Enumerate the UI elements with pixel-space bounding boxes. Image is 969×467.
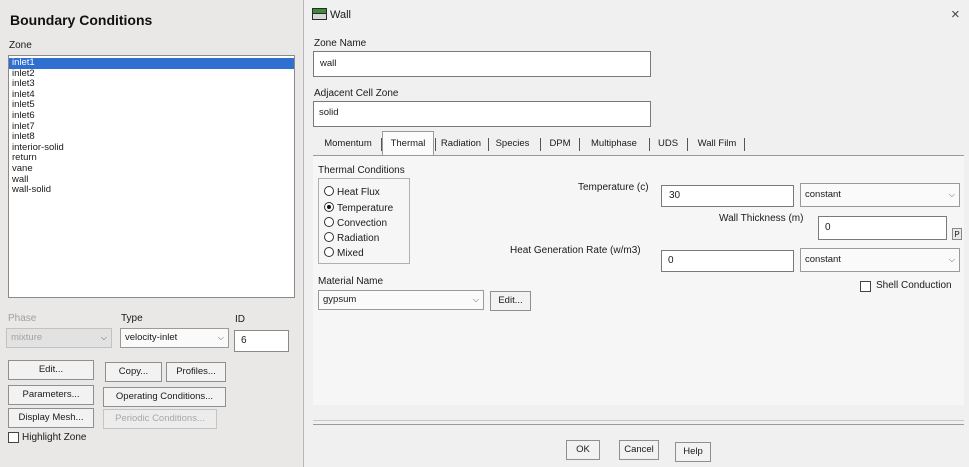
radio-radiation[interactable]: Radiation	[324, 232, 379, 244]
id-label: ID	[235, 314, 245, 325]
adjacent-cell-zone-label: Adjacent Cell Zone	[314, 88, 399, 99]
parameters-button[interactable]: Parameters...	[8, 385, 94, 405]
chevron-down-icon[interactable]: ⌵	[949, 249, 955, 271]
periodic-conditions-button: Periodic Conditions...	[103, 409, 217, 429]
radio-label: Temperature	[337, 203, 394, 214]
tab-separator	[687, 138, 688, 151]
tab-separator	[579, 138, 580, 151]
zone-list[interactable]: inlet1 inlet2 inlet3 inlet4 inlet5 inlet…	[8, 55, 295, 298]
wall-thickness-field[interactable]: 0	[818, 216, 947, 240]
cancel-button[interactable]: Cancel	[619, 440, 659, 460]
tab-multiphase[interactable]: Multiphase	[583, 133, 645, 155]
help-button[interactable]: Help	[675, 442, 711, 462]
tab-momentum[interactable]: Momentum	[317, 133, 379, 155]
zone-item-return[interactable]: return	[9, 153, 294, 164]
radio-icon[interactable]	[324, 247, 334, 257]
parameter-button[interactable]: P	[952, 228, 962, 240]
radio-icon[interactable]	[324, 232, 334, 242]
zone-item-inlet7[interactable]: inlet7	[9, 121, 294, 133]
radio-icon[interactable]	[324, 186, 334, 196]
phase-label: Phase	[8, 313, 37, 324]
type-dropdown[interactable]: velocity-inlet ⌵	[120, 328, 229, 348]
thermal-conditions-label: Thermal Conditions	[318, 165, 405, 176]
highlight-zone-label: Highlight Zone	[22, 432, 87, 443]
temperature-method-dropdown[interactable]: constant ⌵	[800, 183, 960, 207]
zone-item-interior-solid[interactable]: interior-solid	[9, 142, 294, 154]
copy-button[interactable]: Copy...	[105, 362, 162, 382]
zone-item-wall[interactable]: wall	[9, 174, 294, 186]
tab-radiation[interactable]: Radiation	[436, 133, 486, 155]
temperature-label: Temperature (c)	[578, 182, 649, 193]
heat-generation-method-value: constant	[805, 254, 841, 265]
tab-separator	[649, 138, 650, 151]
temperature-field[interactable]: 30	[661, 185, 794, 207]
tab-separator	[488, 138, 489, 151]
radio-selected-icon[interactable]	[324, 202, 334, 212]
wall-thickness-label: Wall Thickness (m)	[719, 213, 804, 224]
chevron-down-icon[interactable]: ⌵	[949, 184, 955, 206]
radio-heat-flux[interactable]: Heat Flux	[324, 186, 380, 198]
tab-wall-film[interactable]: Wall Film	[692, 133, 742, 155]
chevron-down-icon[interactable]: ⌵	[218, 329, 224, 347]
heat-generation-method-dropdown[interactable]: constant ⌵	[800, 248, 960, 272]
shell-conduction-label: Shell Conduction	[876, 280, 952, 291]
tab-separator	[540, 138, 541, 151]
material-name-label: Material Name	[318, 276, 384, 287]
material-name-value: gypsum	[323, 294, 357, 305]
zone-item-wall-solid[interactable]: wall-solid	[9, 185, 294, 196]
id-field[interactable]: 6	[234, 330, 289, 352]
phase-dropdown: mixture ⌵	[6, 328, 112, 348]
zone-item-inlet6[interactable]: inlet6	[9, 110, 294, 122]
adjacent-cell-zone-field: solid	[313, 101, 651, 127]
zone-item-inlet1[interactable]: inlet1	[9, 57, 294, 69]
type-value: velocity-inlet	[125, 332, 178, 343]
phase-value: mixture	[11, 332, 43, 343]
tab-bar: Momentum Thermal Radiation Species DPM M…	[313, 131, 963, 155]
operating-conditions-button[interactable]: Operating Conditions...	[103, 387, 226, 407]
wall-icon	[312, 8, 327, 20]
zone-name-field[interactable]: wall	[313, 51, 651, 77]
radio-label: Radiation	[337, 233, 380, 244]
radio-label: Heat Flux	[337, 187, 380, 198]
heat-generation-rate-label: Heat Generation Rate (w/m3)	[510, 245, 641, 256]
tab-uds[interactable]: UDS	[653, 133, 683, 155]
radio-label: Convection	[337, 218, 388, 229]
edit-button[interactable]: Edit...	[8, 360, 94, 380]
dialog-title: Wall	[330, 9, 351, 21]
zone-item-vane[interactable]: vane	[9, 163, 294, 175]
divider	[313, 420, 964, 421]
zone-name-label: Zone Name	[314, 38, 367, 49]
zone-item-inlet5[interactable]: inlet5	[9, 100, 294, 111]
chevron-down-icon[interactable]: ⌵	[473, 291, 479, 309]
type-label: Type	[121, 313, 143, 324]
tab-species[interactable]: Species	[490, 133, 535, 155]
divider	[313, 424, 964, 425]
tab-separator	[744, 138, 745, 151]
radio-mixed[interactable]: Mixed	[324, 247, 364, 259]
chevron-down-icon: ⌵	[100, 333, 107, 342]
ok-button[interactable]: OK	[566, 440, 600, 460]
display-mesh-button[interactable]: Display Mesh...	[8, 408, 94, 428]
zone-item-inlet2[interactable]: inlet2	[9, 68, 294, 80]
heat-generation-rate-field[interactable]: 0	[661, 250, 794, 272]
highlight-zone-checkbox[interactable]	[8, 432, 19, 443]
material-name-dropdown[interactable]: gypsum ⌵	[318, 290, 484, 310]
panel-title: Boundary Conditions	[10, 12, 153, 28]
radio-label: Mixed	[337, 248, 364, 259]
zone-item-inlet3[interactable]: inlet3	[9, 79, 294, 90]
tab-thermal[interactable]: Thermal	[382, 131, 434, 155]
tab-dpm[interactable]: DPM	[544, 133, 576, 155]
profiles-button[interactable]: Profiles...	[166, 362, 226, 382]
zone-label: Zone	[9, 40, 32, 51]
radio-icon[interactable]	[324, 217, 334, 227]
material-edit-button[interactable]: Edit...	[490, 291, 531, 311]
temperature-method-value: constant	[805, 189, 841, 200]
radio-convection[interactable]: Convection	[324, 217, 387, 229]
zone-item-inlet4[interactable]: inlet4	[9, 89, 294, 101]
shell-conduction-checkbox[interactable]	[860, 281, 871, 292]
radio-temperature[interactable]: Temperature	[324, 202, 393, 214]
close-icon[interactable]: ×	[951, 6, 960, 23]
